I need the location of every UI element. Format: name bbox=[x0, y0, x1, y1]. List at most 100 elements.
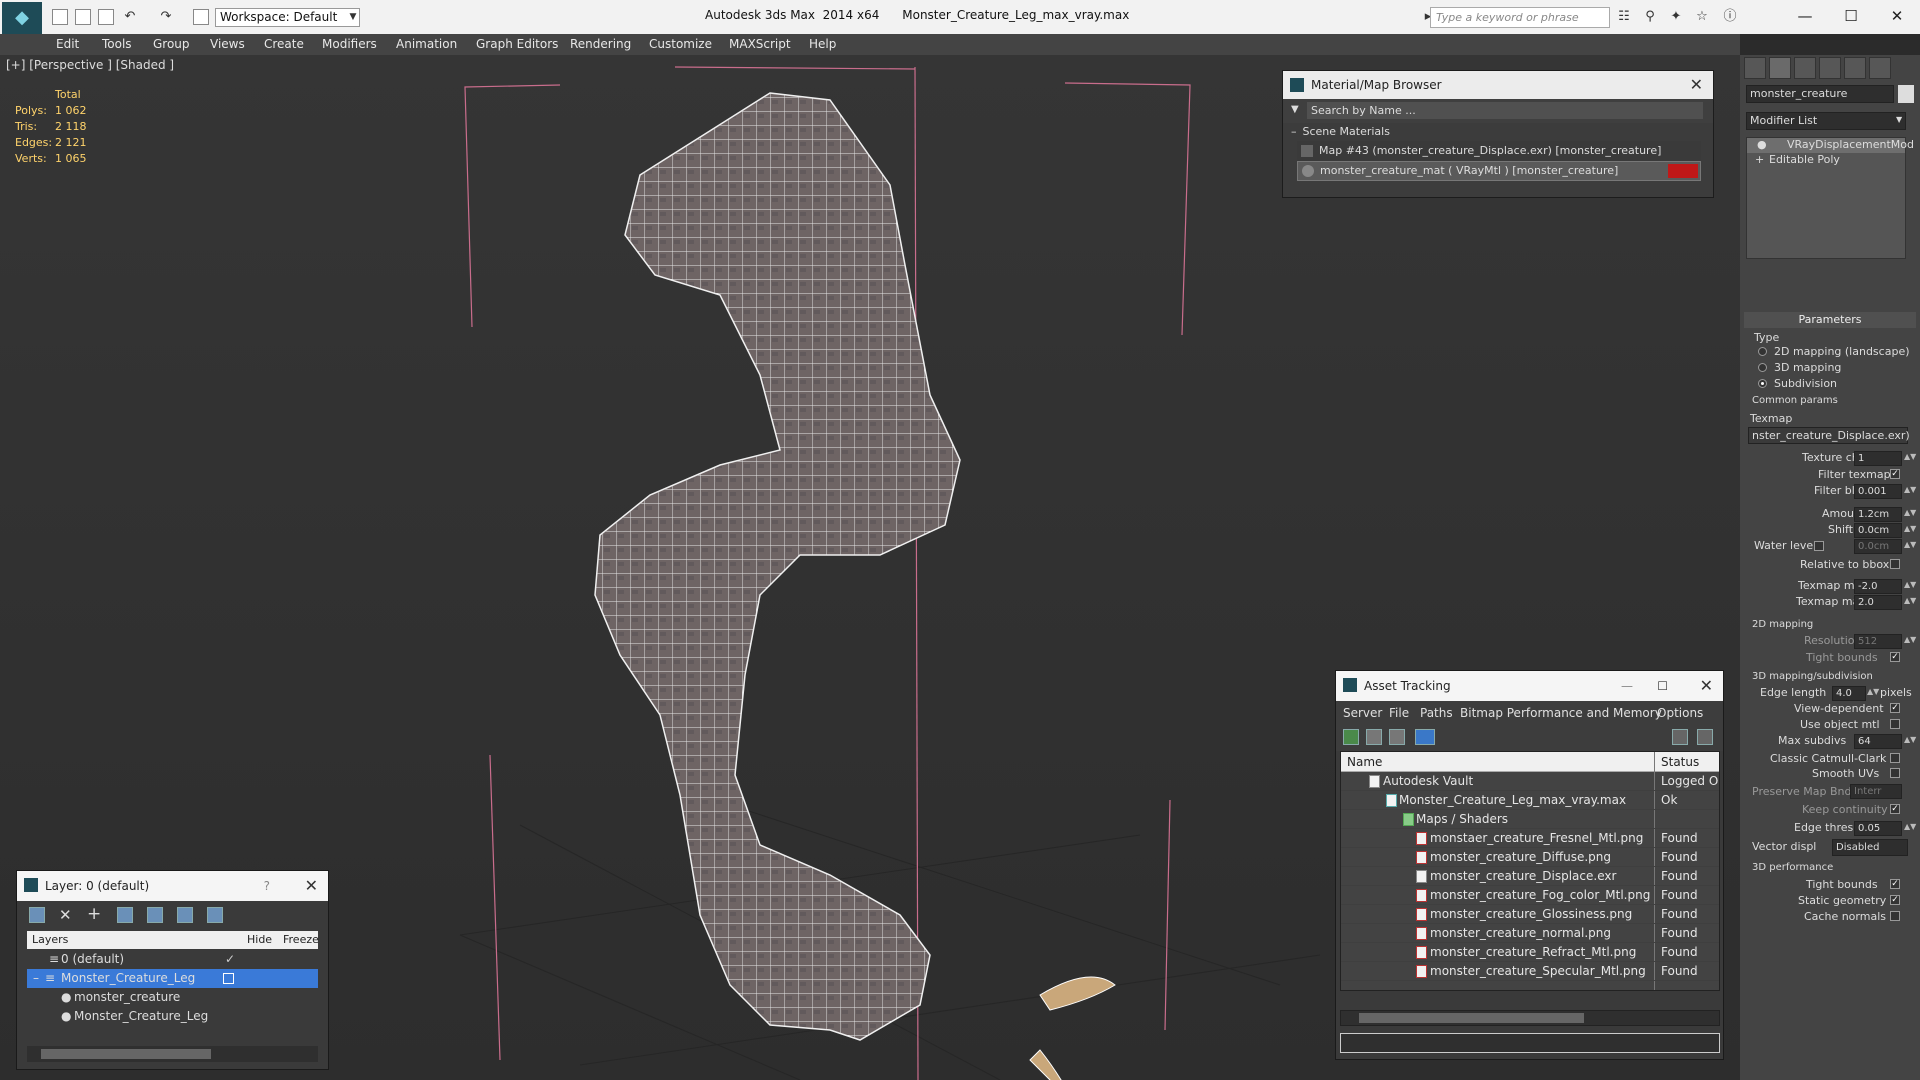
communication-icon[interactable]: ✦ bbox=[1668, 9, 1684, 25]
radio-2d-mapping[interactable] bbox=[1758, 347, 1767, 356]
undo-icon[interactable]: ↶ bbox=[122, 9, 138, 25]
spinner-icon[interactable]: ▲▼ bbox=[1867, 687, 1879, 696]
menu-help[interactable]: Help bbox=[809, 34, 836, 55]
panel-title[interactable]: Layer: 0 (default)? ✕ bbox=[17, 871, 328, 901]
view-dependent-checkbox[interactable]: ✓ bbox=[1890, 703, 1900, 713]
viewport-label[interactable]: [+] [Perspective ] [Shaded ] bbox=[6, 58, 174, 72]
app-logo-icon[interactable]: ◆ bbox=[2, 2, 42, 34]
scrollbar-thumb[interactable] bbox=[41, 1049, 211, 1059]
key-icon[interactable]: ⚲ bbox=[1642, 9, 1658, 25]
relative-bbox-checkbox[interactable] bbox=[1890, 559, 1900, 569]
radio-subdivision[interactable] bbox=[1758, 379, 1767, 388]
expand-icon[interactable]: + bbox=[1755, 153, 1764, 166]
table-row[interactable]: Monster_Creature_Leg_max_vray.max Ok bbox=[1341, 791, 1719, 810]
add-to-layer-icon[interactable]: + bbox=[87, 904, 101, 924]
menu-customize[interactable]: Customize bbox=[649, 34, 712, 55]
create-tab-icon[interactable] bbox=[1744, 57, 1766, 79]
vector-displ-select[interactable]: Disabled bbox=[1832, 839, 1908, 856]
save-icon[interactable] bbox=[98, 9, 114, 25]
menu-bitmap-performance[interactable]: Bitmap Performance and Memory bbox=[1460, 706, 1662, 720]
table-view-icon[interactable] bbox=[1415, 729, 1435, 745]
menu-graph-editors[interactable]: Graph Editors bbox=[476, 34, 558, 55]
scene-materials-section[interactable]: – Scene Materials bbox=[1283, 123, 1713, 141]
menu-create[interactable]: Create bbox=[264, 34, 304, 55]
menu-modifiers[interactable]: Modifiers bbox=[322, 34, 377, 55]
column-layers[interactable]: Layers bbox=[32, 931, 68, 949]
menu-edit[interactable]: Edit bbox=[56, 34, 79, 55]
favorites-star-icon[interactable]: ☆ bbox=[1694, 9, 1710, 25]
object-name-field[interactable]: monster_creature bbox=[1746, 85, 1894, 103]
resolution-field[interactable]: 512 bbox=[1854, 634, 1902, 649]
help-icon[interactable]: ? bbox=[264, 871, 270, 901]
amount-field[interactable]: 1.2cm bbox=[1854, 507, 1902, 522]
menu-rendering[interactable]: Rendering bbox=[570, 34, 631, 55]
shift-field[interactable]: 0.0cm bbox=[1854, 523, 1902, 538]
menu-animation[interactable]: Animation bbox=[396, 34, 457, 55]
menu-tools[interactable]: Tools bbox=[102, 34, 132, 55]
table-row[interactable]: Autodesk Vault Logged Out bbox=[1341, 772, 1719, 791]
highlight-layer-icon[interactable] bbox=[147, 907, 163, 923]
edge-thresh-field[interactable]: 0.05 bbox=[1854, 821, 1902, 836]
spinner-icon[interactable]: ▲▼ bbox=[1904, 822, 1916, 831]
close-icon[interactable]: ✕ bbox=[1690, 71, 1703, 99]
stack-item[interactable]: ● VRayDisplacementMod bbox=[1747, 138, 1914, 153]
layer-row[interactable]: ● monster_creature bbox=[27, 988, 318, 1007]
binoculars-icon[interactable]: ☷ bbox=[1616, 9, 1632, 25]
modifier-list-select[interactable]: Modifier List bbox=[1746, 112, 1906, 130]
menu-file[interactable]: File bbox=[1389, 706, 1409, 720]
filter-blur-field[interactable]: 0.001 bbox=[1854, 484, 1902, 499]
create-layer-icon[interactable] bbox=[29, 907, 45, 923]
menu-group[interactable]: Group bbox=[153, 34, 190, 55]
minimize-icon[interactable]: — bbox=[1621, 671, 1633, 701]
thumbnail-view-icon[interactable] bbox=[1389, 729, 1405, 745]
spinner-icon[interactable]: ▲▼ bbox=[1904, 524, 1916, 533]
minimize-button[interactable]: — bbox=[1782, 2, 1828, 30]
stack-item[interactable]: + Editable Poly bbox=[1747, 153, 1905, 168]
layer-row[interactable]: ≡ 0 (default) ✓ bbox=[27, 950, 318, 969]
help-icon[interactable] bbox=[1672, 729, 1688, 745]
preserve-map-select[interactable]: Interr bbox=[1850, 784, 1902, 799]
texmap-max-field[interactable]: 2.0 bbox=[1854, 595, 1902, 610]
new-file-icon[interactable] bbox=[52, 9, 68, 25]
hierarchy-tab-icon[interactable] bbox=[1794, 57, 1816, 79]
table-row[interactable]: monster_creature_normal.png Found bbox=[1341, 924, 1719, 943]
maximize-button[interactable]: ☐ bbox=[1828, 2, 1874, 30]
texmap-button[interactable]: nster_creature_Displace.exr) bbox=[1748, 427, 1910, 444]
spinner-icon[interactable]: ▲▼ bbox=[1904, 540, 1916, 549]
scrollbar-thumb[interactable] bbox=[1359, 1013, 1584, 1023]
active-layer-check-icon[interactable]: ✓ bbox=[225, 950, 235, 969]
texture-chan-field[interactable]: 1 bbox=[1854, 451, 1902, 466]
table-row[interactable]: monster_creature_Specular_Mtl.png Found bbox=[1341, 962, 1719, 981]
hide-all-icon[interactable] bbox=[177, 907, 193, 923]
set-current-layer-icon[interactable] bbox=[223, 973, 234, 984]
spinner-icon[interactable]: ▲▼ bbox=[1904, 452, 1916, 461]
spinner-icon[interactable]: ▲▼ bbox=[1904, 635, 1916, 644]
radio-3d-mapping[interactable] bbox=[1758, 363, 1767, 372]
table-row[interactable]: monster_creature_Displace.exr Found bbox=[1341, 867, 1719, 886]
column-status[interactable]: Status bbox=[1661, 755, 1699, 769]
modify-tab-icon[interactable] bbox=[1769, 57, 1791, 79]
water-level-field[interactable]: 0.0cm bbox=[1854, 539, 1902, 554]
max-subdivs-field[interactable]: 64 bbox=[1854, 734, 1902, 749]
delete-layer-icon[interactable]: ✕ bbox=[59, 906, 72, 924]
edge-length-field[interactable]: 4.0 bbox=[1832, 686, 1866, 701]
close-icon[interactable]: ✕ bbox=[305, 871, 318, 901]
column-hide[interactable]: Hide bbox=[247, 931, 272, 949]
water-level-checkbox[interactable] bbox=[1814, 541, 1824, 551]
smooth-uvs-checkbox[interactable] bbox=[1890, 768, 1900, 778]
select-objects-icon[interactable] bbox=[117, 907, 133, 923]
layer-row-selected[interactable]: – ≡ Monster_Creature_Leg bbox=[27, 969, 318, 988]
horizontal-scrollbar[interactable] bbox=[1340, 1010, 1720, 1026]
list-view-icon[interactable] bbox=[1366, 729, 1382, 745]
menu-options[interactable]: Options bbox=[1657, 706, 1703, 720]
menu-maxscript[interactable]: MAXScript bbox=[729, 34, 791, 55]
spinner-icon[interactable]: ▲▼ bbox=[1904, 508, 1916, 517]
chevron-down-icon[interactable]: ▼ bbox=[1896, 115, 1902, 124]
table-row[interactable]: monster_creature_Refract_Mtl.png Found bbox=[1341, 943, 1719, 962]
object-color-swatch[interactable] bbox=[1898, 85, 1914, 103]
texmap-min-field[interactable]: -2.0 bbox=[1854, 579, 1902, 594]
table-row[interactable]: monster_creature_Diffuse.png Found bbox=[1341, 848, 1719, 867]
material-search-input[interactable]: Search by Name ... bbox=[1307, 102, 1703, 119]
refresh-icon[interactable] bbox=[1343, 729, 1359, 745]
column-freeze[interactable]: Freeze bbox=[283, 931, 319, 949]
